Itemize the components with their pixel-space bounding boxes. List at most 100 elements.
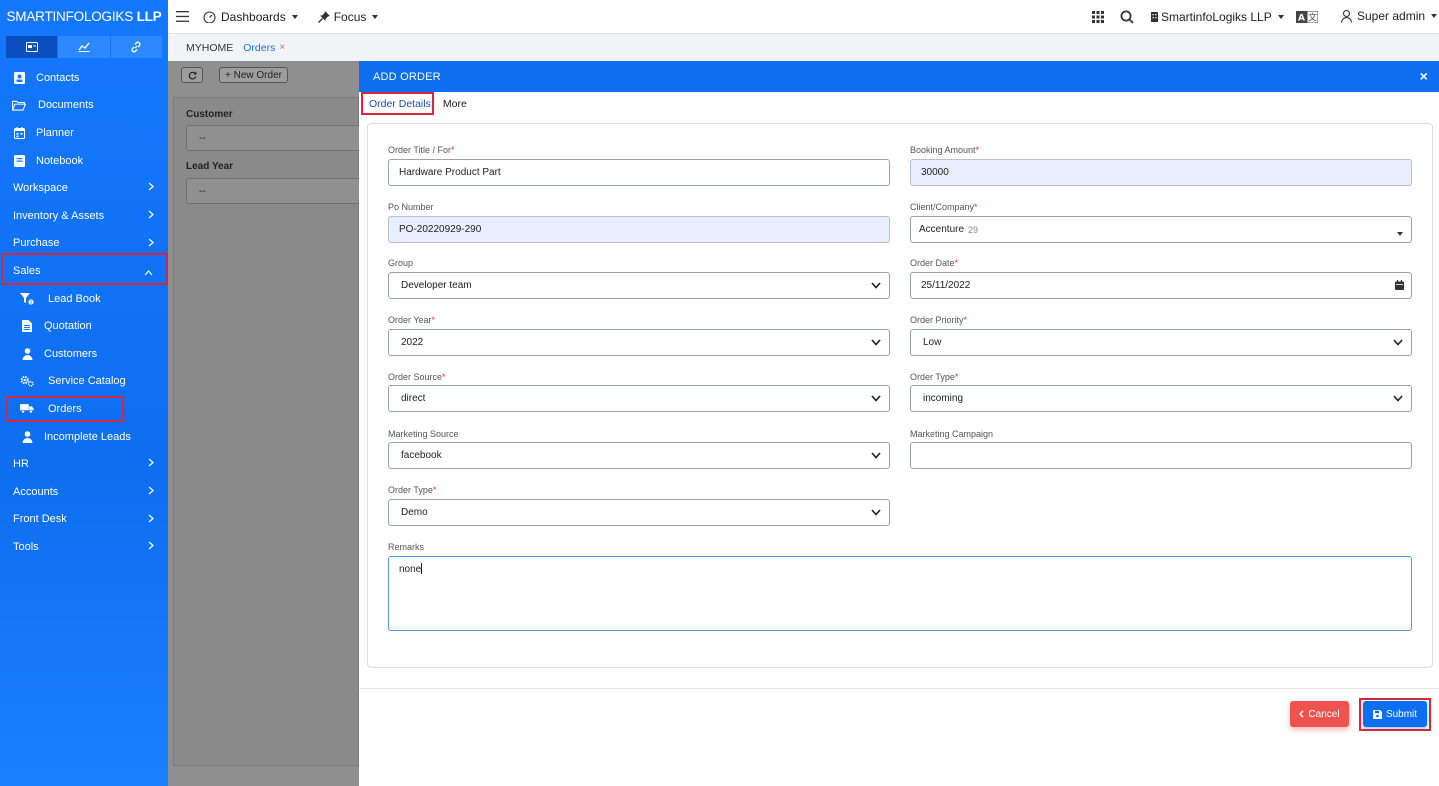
sidebar-item-customers[interactable]: Customers [0, 340, 168, 368]
funnel-icon: $ [20, 292, 34, 306]
order-year-label: Order Year* [388, 315, 436, 325]
sidebar-item-front-desk[interactable]: Front Desk [0, 506, 168, 534]
order-priority-label: Order Priority* [910, 315, 968, 325]
customer-filter-label: Customer [186, 109, 233, 120]
company-menu[interactable]: SmartinfoLogiks LLP [1151, 10, 1284, 24]
close-tab-icon[interactable]: × [279, 42, 285, 53]
sidebar-item-service-catalog[interactable]: Service Catalog [0, 368, 168, 396]
po-number-input[interactable]: PO-20220929-290 [388, 216, 890, 243]
group-label: Group [388, 258, 414, 268]
chart-icon [78, 42, 90, 52]
order-source-label: Order Source* [388, 372, 446, 382]
marketing-source-label: Marketing Source [388, 429, 459, 439]
dashboards-menu[interactable]: Dashboards [203, 10, 298, 24]
group-select[interactable]: Developer team [388, 272, 890, 299]
lead-year-filter-select[interactable]: -- [186, 178, 366, 204]
svg-text:A: A [1298, 14, 1305, 24]
tab-order-details[interactable]: Order Details [361, 98, 439, 114]
caret-down-icon [291, 14, 298, 19]
building-icon [1151, 12, 1158, 22]
chevron-left-icon [1299, 710, 1304, 718]
client-company-select[interactable]: Accenture 29 [910, 216, 1412, 243]
sidebar-item-workspace[interactable]: Workspace [0, 174, 168, 202]
marketing-campaign-input[interactable] [910, 442, 1412, 469]
sidebar-tab-apps[interactable] [6, 36, 59, 58]
brand-logo[interactable]: SMARTINFOLOGIKS LLP [0, 0, 168, 34]
refresh-button[interactable] [181, 67, 203, 83]
chevron-right-icon [148, 182, 154, 194]
chevron-down-icon [871, 281, 881, 292]
calendar-icon[interactable] [1395, 280, 1404, 293]
sidebar-item-purchase[interactable]: Purchase [0, 230, 168, 258]
save-icon [1372, 709, 1382, 719]
modal-footer-divider [359, 688, 1439, 689]
order-date-input[interactable]: 25/11/2022 [910, 272, 1412, 299]
notebook-icon [12, 154, 26, 168]
chevron-right-icon [148, 238, 154, 250]
sidebar-item-documents[interactable]: Documents [0, 92, 168, 120]
chevron-right-icon [148, 514, 154, 526]
breadcrumb-home[interactable]: MYHOME [186, 42, 233, 54]
sidebar-item-inventory[interactable]: Inventory & Assets [0, 202, 168, 230]
modal-header: ADD ORDER × [359, 61, 1439, 92]
svg-text:$: $ [30, 299, 33, 304]
marketing-source-select[interactable]: facebook [388, 442, 890, 469]
add-order-modal: ADD ORDER × Order Details More Order Tit… [359, 61, 1439, 786]
link-icon [131, 41, 141, 53]
caret-down-icon [1431, 14, 1438, 18]
sidebar-item-contacts[interactable]: Contacts [0, 64, 168, 92]
sidebar-item-accounts[interactable]: Accounts [0, 478, 168, 506]
remarks-textarea[interactable]: none [388, 556, 1412, 631]
new-order-button[interactable]: + New Order [219, 67, 288, 83]
order-type-demo-select[interactable]: Demo [388, 499, 890, 526]
order-date-label: Order Date* [910, 258, 959, 268]
submit-button[interactable]: Submit [1363, 701, 1427, 727]
caret-down-icon [1277, 15, 1284, 19]
chevron-down-icon [1393, 338, 1403, 349]
sidebar-item-quotation[interactable]: Quotation [0, 312, 168, 340]
top-bar: Dashboards Focus SmartinfoLogiks LLP A文 … [168, 0, 1439, 34]
user-menu[interactable]: Super admin [1341, 9, 1438, 23]
sidebar-item-lead-book[interactable]: $ Lead Book [0, 285, 168, 313]
order-type-demo-label: Order Type* [388, 485, 437, 495]
customer-filter-select[interactable]: -- [186, 125, 366, 151]
sidebar-item-incomplete-leads[interactable]: Incomplete Leads [0, 423, 168, 451]
order-type-select[interactable]: incoming [910, 385, 1412, 412]
refresh-icon [188, 71, 196, 79]
caret-down-icon [1397, 228, 1403, 239]
order-source-select[interactable]: direct [388, 385, 890, 412]
sidebar-tab-charts[interactable] [58, 36, 111, 58]
order-priority-select[interactable]: Low [910, 329, 1412, 356]
sidebar-item-tools[interactable]: Tools [0, 533, 168, 561]
sidebar-item-sales[interactable]: Sales [0, 257, 168, 285]
po-number-label: Po Number [388, 202, 434, 212]
breadcrumb-orders-tab[interactable]: Orders [243, 42, 275, 54]
user-outline-icon [1341, 9, 1352, 23]
lead-year-filter-label: Lead Year [186, 161, 234, 172]
svg-text:文: 文 [1308, 12, 1317, 24]
focus-menu[interactable]: Focus [317, 10, 379, 24]
sidebar-item-notebook[interactable]: Notebook [0, 147, 168, 175]
close-icon[interactable]: × [1420, 68, 1428, 84]
caret-down-icon [372, 14, 379, 19]
sidebar-item-hr[interactable]: HR [0, 450, 168, 478]
order-title-input[interactable]: Hardware Product Part [388, 159, 890, 186]
cancel-button[interactable]: Cancel [1290, 701, 1349, 727]
apps-grid-icon[interactable] [1092, 11, 1104, 23]
booking-amount-input[interactable]: 30000 [910, 159, 1412, 186]
chevron-right-icon [148, 458, 154, 470]
sidebar-tab-links[interactable] [110, 36, 162, 58]
chevron-right-icon [148, 541, 154, 553]
orders-background-page: + New Order Customer -- Lead Year -- [168, 61, 366, 786]
sidebar-item-orders[interactable]: Orders [0, 395, 168, 423]
sidebar-tabs [6, 36, 162, 58]
user-icon [20, 430, 34, 444]
speedometer-icon [203, 10, 216, 23]
menu-icon[interactable] [176, 11, 189, 22]
pin-icon [317, 10, 330, 23]
tab-more[interactable]: More [439, 98, 475, 114]
order-year-select[interactable]: 2022 [388, 329, 890, 356]
search-icon[interactable] [1120, 10, 1134, 24]
translate-icon[interactable]: A文 [1296, 11, 1318, 23]
sidebar-item-planner[interactable]: Planner [0, 119, 168, 147]
